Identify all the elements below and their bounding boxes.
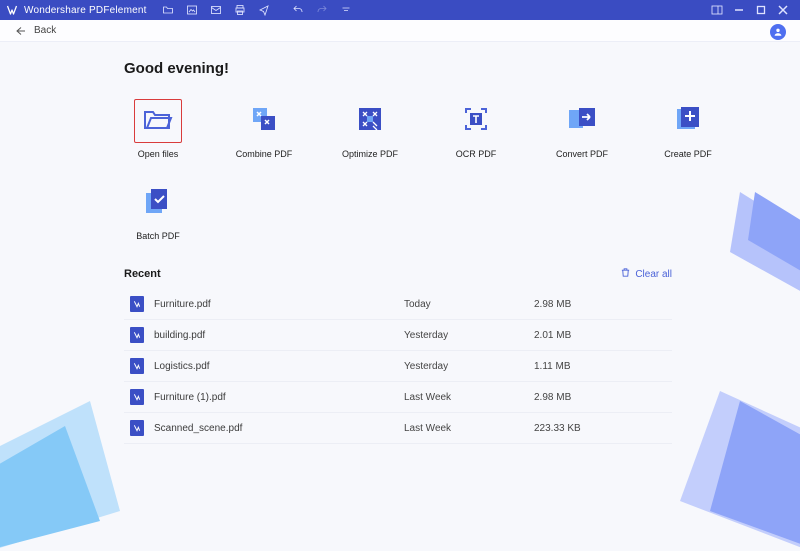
file-size: 2.01 MB — [534, 320, 672, 351]
folder-open-icon — [143, 106, 173, 137]
file-size: 2.98 MB — [534, 382, 672, 413]
redo-icon[interactable] — [315, 3, 329, 17]
file-name: building.pdf — [154, 330, 205, 341]
file-date: Last Week — [404, 382, 534, 413]
file-date: Last Week — [404, 413, 534, 444]
maximize-button[interactable] — [750, 0, 772, 20]
file-name: Furniture (1).pdf — [154, 392, 226, 403]
undo-icon[interactable] — [291, 3, 305, 17]
recent-section: Recent Clear all Furniture.pdfToday2.98 … — [124, 267, 672, 444]
print-icon[interactable] — [233, 3, 247, 17]
tile-batch-pdf[interactable]: Batch PDF — [124, 181, 192, 241]
tile-label: OCR PDF — [456, 149, 497, 159]
file-date: Yesterday — [404, 320, 534, 351]
recent-row[interactable]: Logistics.pdf Yesterday1.11 MB — [124, 351, 672, 382]
overflow-icon[interactable] — [339, 3, 353, 17]
tile-label: Batch PDF — [136, 231, 180, 241]
batch-icon — [144, 187, 172, 220]
minimize-button[interactable] — [728, 0, 750, 20]
action-tiles-row-1: Open files Combine PDF Optimize PDF OCR … — [124, 99, 800, 159]
file-date: Today — [404, 289, 534, 320]
greeting-title: Good evening! — [124, 60, 800, 77]
file-name: Logistics.pdf — [154, 361, 210, 372]
close-button[interactable] — [772, 0, 794, 20]
tile-label: Combine PDF — [236, 149, 293, 159]
pdf-file-icon — [130, 420, 144, 436]
pdf-file-icon — [130, 327, 144, 343]
tile-create-pdf[interactable]: Create PDF — [654, 99, 722, 159]
recent-row[interactable]: Scanned_scene.pdf Last Week223.33 KB — [124, 413, 672, 444]
recent-table: Furniture.pdfToday2.98 MBbuilding.pdfYes… — [124, 289, 672, 444]
recent-row[interactable]: Furniture.pdf Today2.98 MB — [124, 289, 672, 320]
recent-row[interactable]: Furniture (1).pdf Last Week2.98 MB — [124, 382, 672, 413]
pdf-file-icon — [130, 358, 144, 374]
window-panel-icon[interactable] — [706, 0, 728, 20]
action-tiles-row-2: Batch PDF — [124, 181, 800, 241]
file-size: 223.33 KB — [534, 413, 672, 444]
tile-optimize-pdf[interactable]: Optimize PDF — [336, 99, 404, 159]
ocr-icon — [462, 106, 490, 137]
mail-icon[interactable] — [209, 3, 223, 17]
share-icon[interactable] — [257, 3, 271, 17]
tile-label: Create PDF — [664, 149, 712, 159]
file-name: Scanned_scene.pdf — [154, 423, 242, 434]
tile-label: Open files — [138, 149, 179, 159]
pdf-file-icon — [130, 296, 144, 312]
image-icon[interactable] — [185, 3, 199, 17]
file-name: Furniture.pdf — [154, 299, 211, 310]
file-size: 1.11 MB — [534, 351, 672, 382]
recent-title: Recent — [124, 268, 161, 280]
recent-row[interactable]: building.pdf Yesterday2.01 MB — [124, 320, 672, 351]
convert-icon — [567, 106, 597, 137]
combine-icon — [249, 106, 279, 137]
tile-label: Optimize PDF — [342, 149, 398, 159]
open-folder-icon[interactable] — [161, 3, 175, 17]
optimize-icon — [356, 106, 384, 137]
tile-open-files[interactable]: Open files — [124, 99, 192, 159]
tile-combine-pdf[interactable]: Combine PDF — [230, 99, 298, 159]
back-bar: Back — [0, 20, 800, 42]
file-date: Yesterday — [404, 351, 534, 382]
user-avatar[interactable] — [770, 24, 786, 40]
create-icon — [674, 106, 702, 137]
file-size: 2.98 MB — [534, 289, 672, 320]
tile-label: Convert PDF — [556, 149, 608, 159]
home-content: Good evening! Open files Combine PDF Opt… — [0, 42, 800, 521]
clear-all-button[interactable]: Clear all — [620, 267, 672, 281]
tile-ocr-pdf[interactable]: OCR PDF — [442, 99, 510, 159]
app-title: Wondershare PDFelement — [24, 5, 147, 16]
tile-convert-pdf[interactable]: Convert PDF — [548, 99, 616, 159]
app-logo-icon — [6, 4, 18, 16]
pdf-file-icon — [130, 389, 144, 405]
back-label: Back — [34, 25, 56, 36]
clear-all-label: Clear all — [635, 269, 672, 280]
titlebar: Wondershare PDFelement — [0, 0, 800, 20]
trash-icon — [620, 267, 631, 281]
back-button[interactable]: Back — [14, 25, 56, 36]
